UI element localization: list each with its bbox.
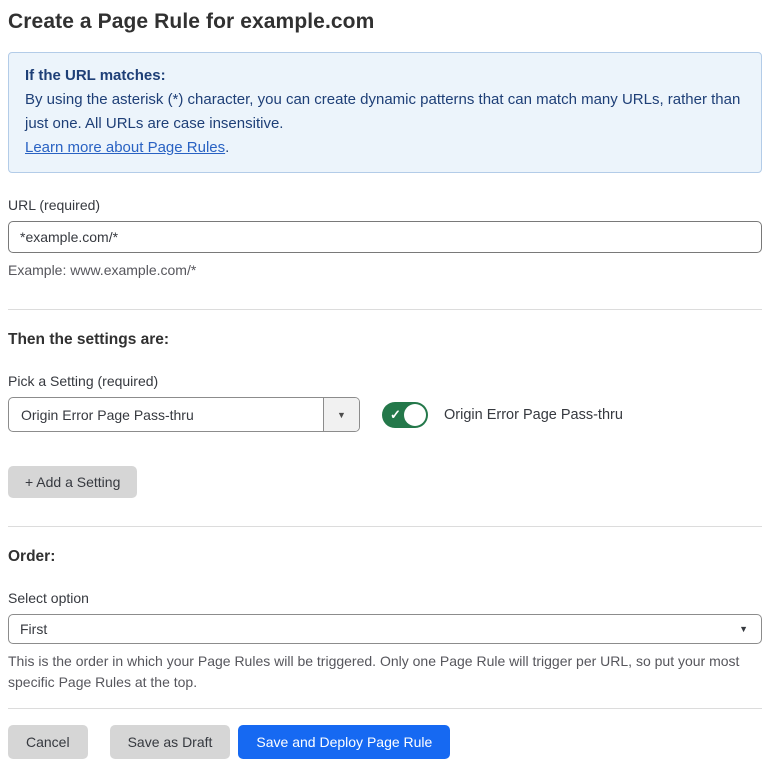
- check-icon: ✓: [390, 406, 401, 422]
- url-input[interactable]: [8, 221, 762, 253]
- url-field-label: URL (required): [8, 197, 101, 213]
- page-title: Create a Page Rule for example.com: [8, 10, 375, 33]
- add-setting-button[interactable]: + Add a Setting: [8, 466, 138, 498]
- info-box-link-line: Learn more about Page Rules.: [25, 136, 745, 160]
- order-select[interactable]: First ▼: [8, 614, 762, 644]
- setting-row: Origin Error Page Pass-thru ▼ ✓ Origin E…: [8, 397, 762, 432]
- url-example-text: Example: www.example.com/*: [8, 262, 197, 278]
- footer-actions: Cancel Save as Draft Save and Deploy Pag…: [8, 725, 762, 759]
- chevron-down-icon: ▼: [337, 409, 346, 420]
- info-box-body: By using the asterisk (*) character, you…: [25, 91, 741, 132]
- order-help-text: This is the order in which your Page Rul…: [8, 653, 740, 690]
- url-match-info-box: If the URL matches: By using the asteris…: [8, 52, 762, 173]
- order-section-heading: Order:: [8, 548, 56, 565]
- settings-section-heading: Then the settings are:: [8, 331, 170, 348]
- setting-toggle-label: Origin Error Page Pass-thru: [444, 406, 623, 423]
- pick-setting-label: Pick a Setting (required): [8, 373, 159, 389]
- link-suffix: .: [225, 139, 230, 156]
- section-divider: [8, 526, 762, 527]
- setting-select-value: Origin Error Page Pass-thru: [21, 406, 194, 423]
- chevron-down-icon: ▼: [739, 624, 748, 634]
- save-and-deploy-button[interactable]: Save and Deploy Page Rule: [238, 725, 451, 759]
- setting-toggle[interactable]: ✓: [382, 401, 428, 428]
- section-divider: [8, 309, 762, 310]
- setting-select[interactable]: Origin Error Page Pass-thru ▼: [8, 397, 360, 432]
- cancel-button[interactable]: Cancel: [8, 725, 88, 759]
- order-select-value: First: [20, 621, 48, 637]
- setting-select-arrow-button[interactable]: ▼: [323, 398, 359, 431]
- toggle-knob: [404, 403, 426, 426]
- footer-divider: [8, 708, 762, 709]
- save-as-draft-button[interactable]: Save as Draft: [109, 725, 231, 759]
- learn-more-link[interactable]: Learn more about Page Rules: [25, 139, 225, 156]
- info-box-heading: If the URL matches:: [25, 67, 166, 84]
- order-select-label: Select option: [8, 590, 89, 606]
